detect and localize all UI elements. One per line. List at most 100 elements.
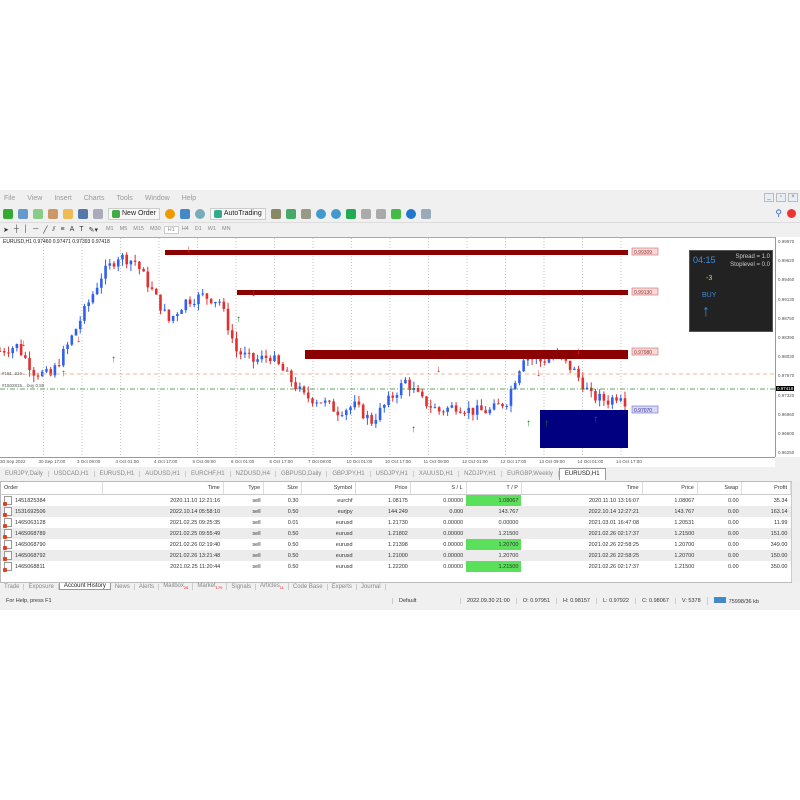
tab-exposure[interactable]: Exposure xyxy=(24,583,59,590)
timeframe-h4[interactable]: H4 xyxy=(179,226,192,234)
chart-tab[interactable]: EURUSD,H1 xyxy=(558,467,606,480)
trendline-icon[interactable]: ╱ xyxy=(43,226,47,234)
table-row[interactable]: 1465068789 2021.02.25 09:55:49 sell 0.50 eur… xyxy=(1,528,791,539)
column-header[interactable]: Swap xyxy=(697,482,743,495)
chart-tab[interactable]: GBPJPY,H1 xyxy=(327,470,371,477)
column-header[interactable]: Time xyxy=(102,482,224,495)
table-row[interactable]: 1451825384 2020.11.10 12:21:16 sell 0.30 eur… xyxy=(1,494,791,506)
menu-charts[interactable]: Charts xyxy=(84,195,105,202)
line-chart-icon[interactable] xyxy=(300,208,311,219)
menu-view[interactable]: View xyxy=(27,195,42,202)
tab-account-history[interactable]: Account History xyxy=(58,583,111,590)
chart-tab[interactable]: USDJPY,H1 xyxy=(371,470,414,477)
tab-mailbox[interactable]: Mailbox26 xyxy=(159,582,194,591)
column-header[interactable]: Price xyxy=(642,482,698,495)
price-chart[interactable]: 0.99309 0.99130 0.97980 0.97070 ↓ ↓ ↓ ↓ ↓ ↓ ↓ ↑ ↑ ↑ ↑ ↑… xyxy=(0,237,775,458)
chart-tab[interactable]: USDCAD,H1 xyxy=(49,470,95,477)
column-header[interactable]: S / L xyxy=(410,482,467,495)
options-icon[interactable] xyxy=(179,208,190,219)
close-button[interactable]: × xyxy=(788,193,798,202)
label-icon[interactable]: T xyxy=(79,226,83,233)
crosshair-icon[interactable]: ┼ xyxy=(14,226,19,233)
timeframe-m30[interactable]: M30 xyxy=(147,226,164,234)
column-header[interactable]: Type xyxy=(223,482,265,495)
search-icon[interactable]: ⚲ xyxy=(775,208,782,219)
tab-trade[interactable]: Trade xyxy=(0,583,25,590)
menu-window[interactable]: Window xyxy=(145,195,170,202)
cursor-icon[interactable]: ➤ xyxy=(3,226,9,234)
chart-tab[interactable]: NZDJPY,H1 xyxy=(459,470,503,477)
channel-icon[interactable]: ⫽ xyxy=(52,226,55,234)
timeframe-m1[interactable]: M1 xyxy=(103,226,117,234)
chart-tab[interactable]: EURCHF,H1 xyxy=(186,470,231,477)
strategy-tester-icon[interactable] xyxy=(93,208,103,219)
terminal-icon[interactable] xyxy=(78,208,88,219)
metaeditor-icon[interactable] xyxy=(164,208,175,219)
tab-code-base[interactable]: Code Base xyxy=(289,583,328,590)
timeframe-d1[interactable]: D1 xyxy=(192,226,205,234)
autotrading-button[interactable]: AutoTrading xyxy=(209,207,266,220)
table-row[interactable]: 1465063128 2021.02.25 09:25:35 sell 0.01 eur… xyxy=(1,517,791,528)
text-icon[interactable]: A xyxy=(70,226,75,233)
notification-icon[interactable] xyxy=(787,209,796,218)
tab-articles[interactable]: Articles11 xyxy=(256,582,289,591)
signals-icon[interactable] xyxy=(194,208,205,219)
market-watch-icon[interactable] xyxy=(33,208,43,219)
column-header[interactable]: T / P xyxy=(466,482,522,495)
tab-experts[interactable]: Experts xyxy=(328,583,357,590)
tab-market[interactable]: Market179 xyxy=(193,582,228,591)
minimize-button[interactable]: _ xyxy=(764,193,774,202)
shapes-icon[interactable]: ✎▾ xyxy=(89,226,98,234)
column-header[interactable]: Size xyxy=(263,482,302,495)
timeframe-mn[interactable]: MN xyxy=(219,226,234,234)
chart-tab[interactable]: NZDUSD,H4 xyxy=(231,470,276,477)
templates-icon[interactable] xyxy=(420,208,431,219)
menu-tools[interactable]: Tools xyxy=(116,195,132,202)
autoscroll-icon[interactable] xyxy=(375,208,386,219)
column-header[interactable]: Price xyxy=(355,482,412,495)
menu-file[interactable]: File xyxy=(4,195,15,202)
fibonacci-icon[interactable]: ≡ xyxy=(61,226,65,233)
scrollbar[interactable] xyxy=(791,482,800,582)
chart-tab[interactable]: GBPUSD,Daily xyxy=(276,470,328,477)
new-chart-icon[interactable] xyxy=(3,208,13,219)
timeframe-w1[interactable]: W1 xyxy=(205,226,219,234)
tab-signals[interactable]: Signals xyxy=(227,583,257,590)
time-axis[interactable]: 30 Sep 2022 30 Sep 17:00 3 Oct 09:00 4 Oct … xyxy=(0,457,775,467)
chart-tab[interactable]: EURUSD,H1 xyxy=(95,470,141,477)
vertical-line-icon[interactable]: │ xyxy=(24,226,28,233)
tab-journal[interactable]: Journal xyxy=(357,583,386,590)
chart-tab[interactable]: XAUUSD,H1 xyxy=(414,470,460,477)
table-row[interactable]: 1465068790 2021.02.26 02:19:40 sell 0.50 eur… xyxy=(1,539,791,550)
chart-tab[interactable]: AUDUSD,H1 xyxy=(140,470,186,477)
new-order-button[interactable]: New Order xyxy=(108,207,160,220)
timeframe-m15[interactable]: M15 xyxy=(130,226,147,234)
tile-windows-icon[interactable] xyxy=(345,208,356,219)
tab-alerts[interactable]: Alerts xyxy=(135,583,160,590)
timeframe-m5[interactable]: M5 xyxy=(117,226,131,234)
chart-shift-icon[interactable] xyxy=(360,208,371,219)
menu-insert[interactable]: Insert xyxy=(54,195,72,202)
restore-button[interactable]: ▫ xyxy=(776,193,786,202)
timeframe-h1[interactable]: H1 xyxy=(163,225,179,234)
table-row[interactable]: 1531692506 2022.10.14 05:58:10 sell 0.50 eur… xyxy=(1,506,791,517)
zoom-in-icon[interactable] xyxy=(315,208,326,219)
candlestick-icon[interactable] xyxy=(285,208,296,219)
column-header[interactable]: Time xyxy=(521,482,643,495)
price-axis[interactable]: 0.99970 0.99620 0.99460 0.99130 0.98750 0.983… xyxy=(775,237,800,457)
column-header[interactable]: Order xyxy=(1,482,104,495)
menu-help[interactable]: Help xyxy=(182,195,196,202)
column-header[interactable]: Profit xyxy=(741,482,791,495)
data-window-icon[interactable] xyxy=(63,208,73,219)
profiles-icon[interactable] xyxy=(18,208,28,219)
periods-icon[interactable] xyxy=(405,208,416,219)
zoom-out-icon[interactable] xyxy=(330,208,341,219)
horizontal-line-icon[interactable]: ─ xyxy=(33,226,38,233)
table-row[interactable]: 1465068811 2021.02.25 11:20:44 sell 0.50 eur… xyxy=(1,561,791,572)
table-row[interactable]: 1465068792 2021.02.26 13:21:48 sell 0.50 eur… xyxy=(1,550,791,561)
tab-news[interactable]: News xyxy=(111,583,135,590)
chart-tab[interactable]: EURGBP,Weekly xyxy=(502,470,559,477)
navigator-icon[interactable] xyxy=(48,208,58,219)
bar-chart-icon[interactable] xyxy=(270,208,281,219)
chart-tab[interactable]: EURJPY,Daily xyxy=(0,470,49,477)
